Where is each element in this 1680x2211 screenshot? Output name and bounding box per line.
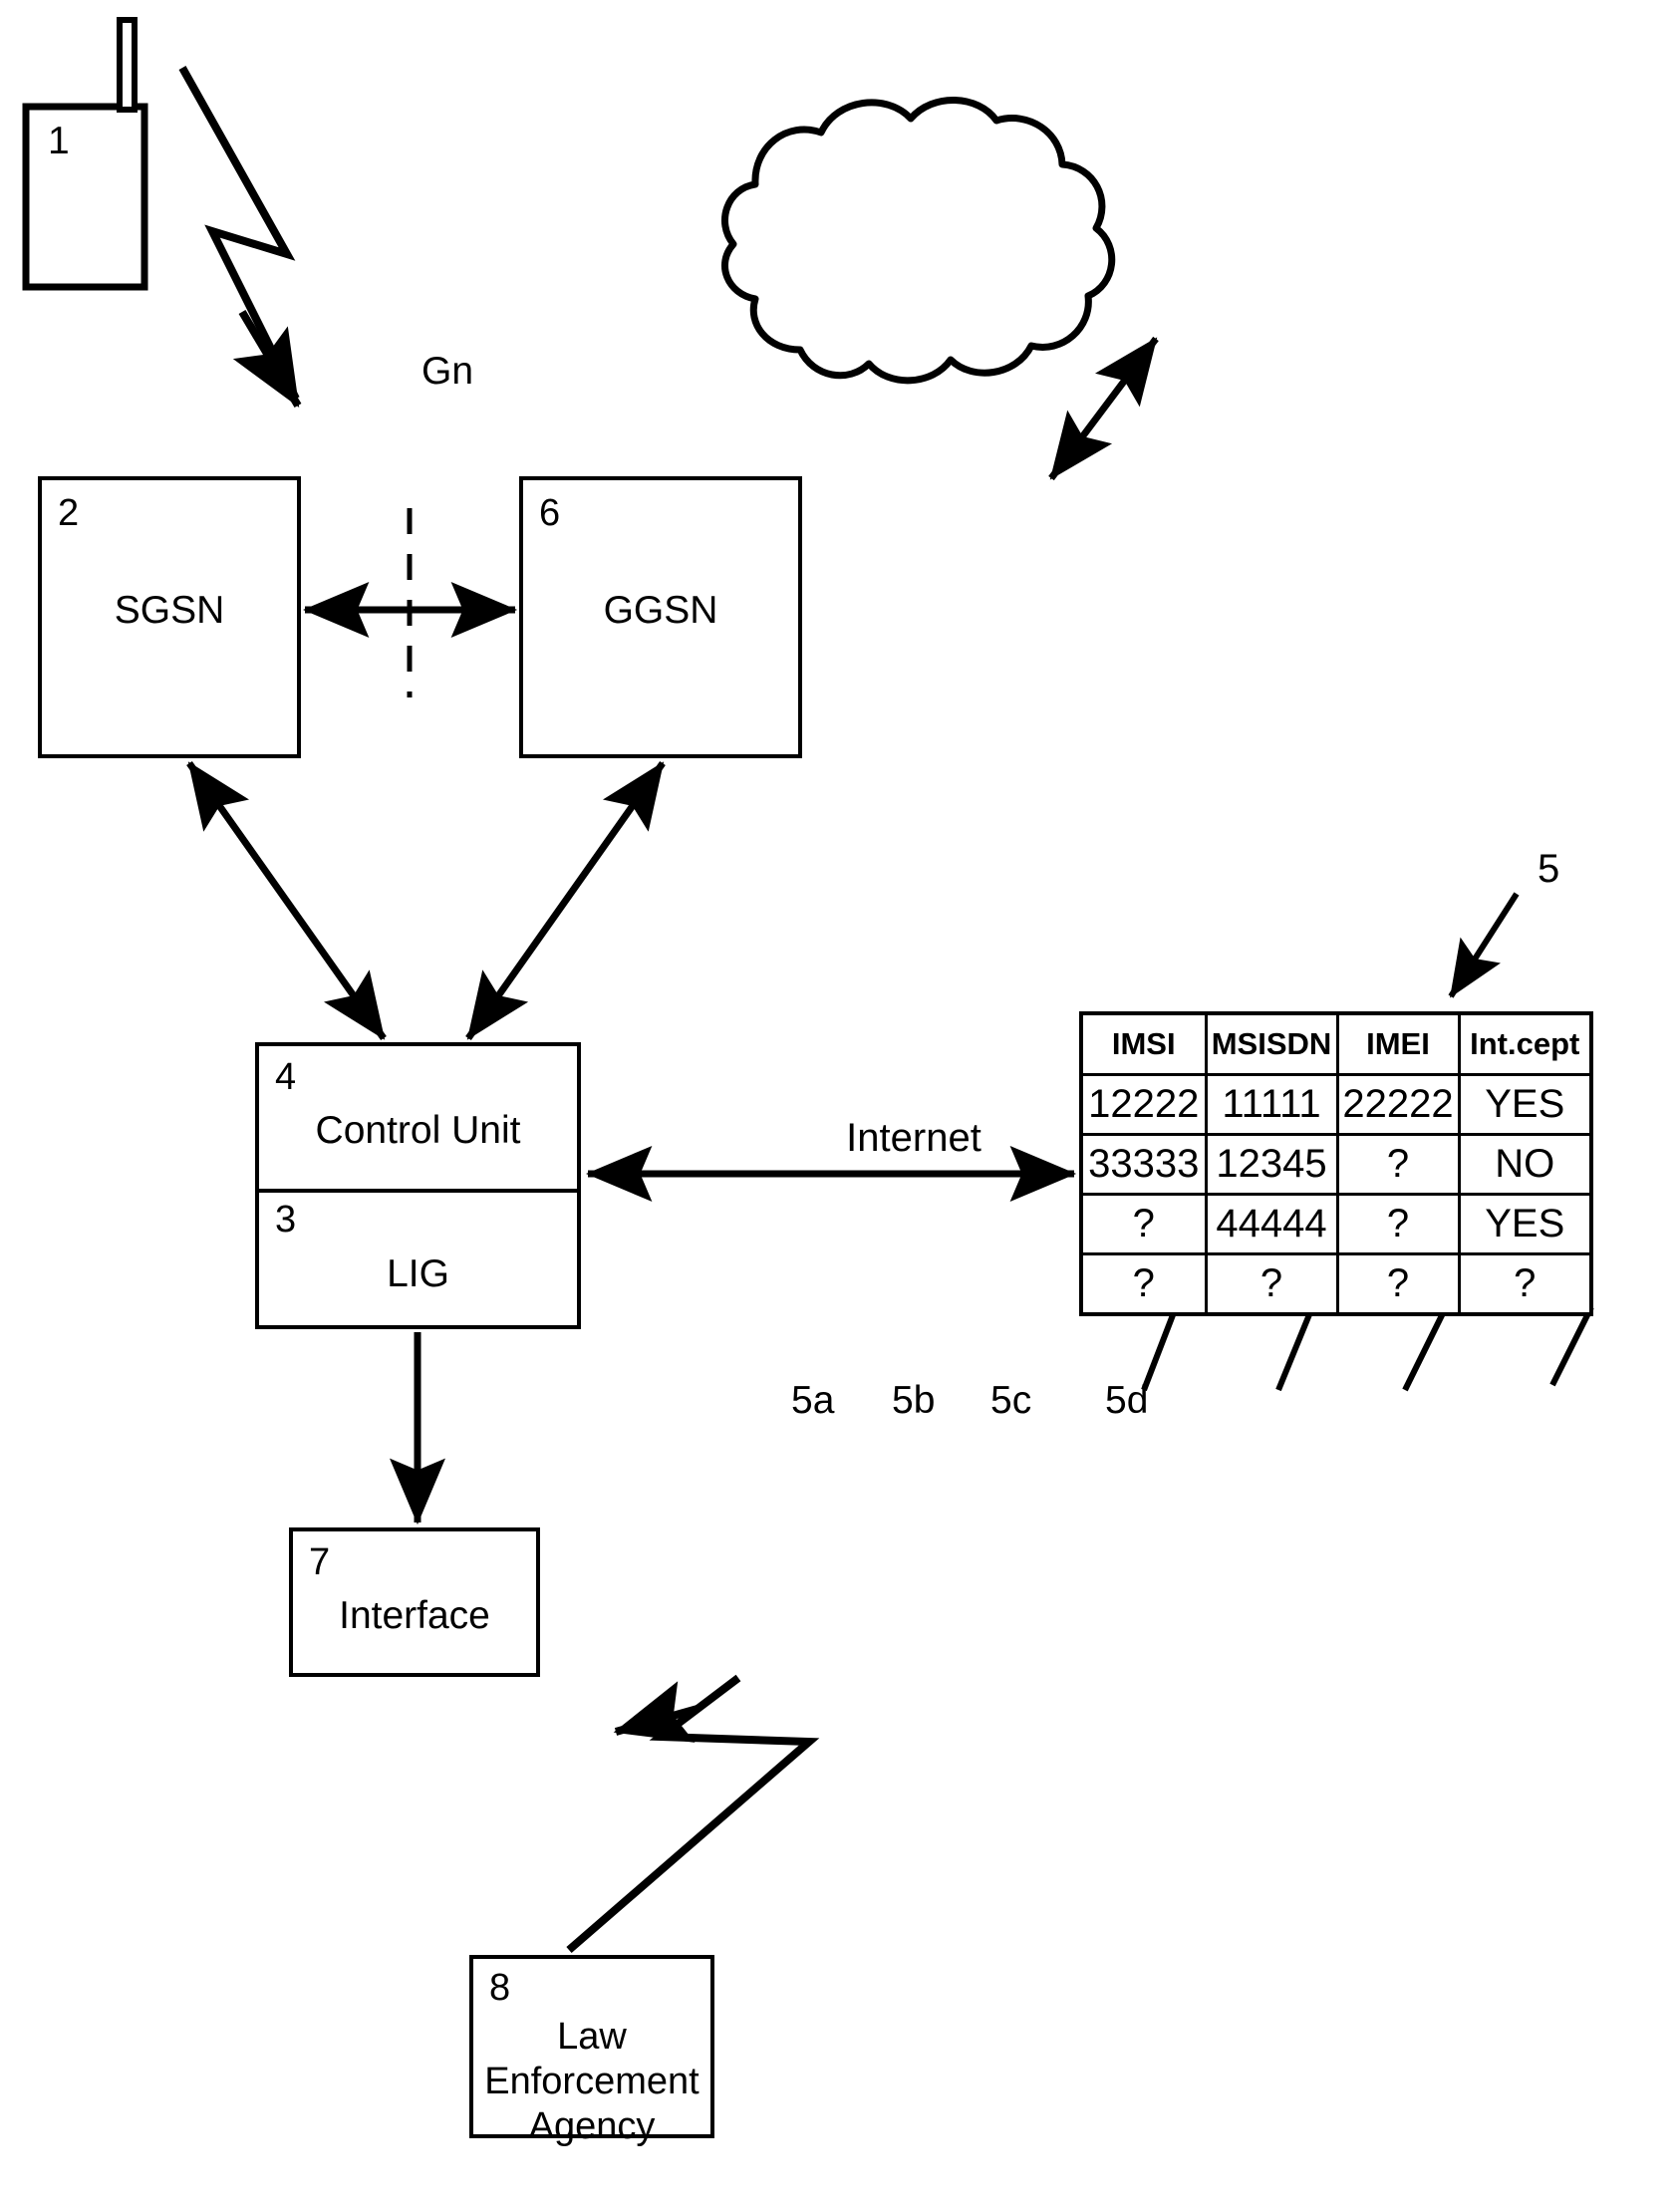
ref-numeral-7: 7 — [309, 1541, 331, 1583]
node-sgsn[interactable]: 2 SGSN — [38, 476, 301, 758]
link-ggsn-internet — [1048, 336, 1159, 481]
cell-imsi: 33333 — [1079, 1133, 1208, 1196]
table-row: 12222 11111 22222 YES — [1079, 1073, 1593, 1136]
node-lea-label-line2: Enforcement — [484, 2060, 700, 2102]
leader-line-ref-5d — [1549, 1305, 1594, 1387]
table-header-row: IMSI MSISDN IMEI Int.cept — [1079, 1011, 1593, 1076]
link-ggsn-control-unit — [465, 760, 666, 1041]
cell-msisdn: ? — [1204, 1252, 1339, 1316]
ref-numeral-5a: 5a — [791, 1379, 835, 1422]
ref-numeral-8: 8 — [489, 1967, 511, 2009]
internet-cloud-icon — [721, 97, 1116, 385]
internet-cloud-label: Internet — [846, 1116, 981, 1160]
cell-msisdn: 11111 — [1204, 1073, 1339, 1136]
radio-link-phone-sgsn — [178, 66, 302, 409]
ref-numeral-3: 3 — [275, 1199, 297, 1241]
node-control-unit-lig[interactable]: 4 Control Unit 3 LIG — [255, 1042, 581, 1329]
node-lea-label: Law Enforcement Agency — [473, 2015, 710, 2148]
intercept-subscriber-table: IMSI MSISDN IMEI Int.cept 12222 11111 22… — [1079, 1011, 1593, 1316]
node-lea-label-line3: Agency — [528, 2104, 656, 2147]
cell-intercept: NO — [1457, 1133, 1593, 1196]
node-sgsn-label: SGSN — [114, 589, 225, 632]
ref-numeral-1: 1 — [48, 120, 70, 162]
cell-intercept: YES — [1457, 1193, 1593, 1255]
column-header-imei: IMEI — [1335, 1011, 1461, 1076]
column-header-msisdn: MSISDN — [1204, 1011, 1339, 1076]
ref-numeral-5b: 5b — [892, 1379, 936, 1422]
control-unit-lig-divider — [259, 1189, 577, 1193]
table-row: ? 44444 ? YES — [1079, 1193, 1593, 1255]
link-sgsn-control-unit — [186, 760, 387, 1041]
cell-imsi: ? — [1079, 1193, 1208, 1255]
node-lig-label: LIG — [387, 1252, 449, 1295]
leader-line-ref-5b — [1275, 1305, 1315, 1392]
node-ggsn-label: GGSN — [603, 589, 718, 632]
cell-msisdn: 12345 — [1204, 1133, 1339, 1196]
node-control-unit-label: Control Unit — [315, 1109, 521, 1152]
cell-intercept: ? — [1457, 1252, 1593, 1316]
leader-line-ref-5a — [1141, 1305, 1179, 1392]
mobile-phone-icon — [22, 17, 148, 291]
node-interface-label: Interface — [339, 1594, 490, 1637]
leader-line-ref-5c — [1402, 1305, 1449, 1392]
node-lea-label-line1: Law — [557, 2016, 627, 2058]
ref-numeral-5c: 5c — [990, 1379, 1032, 1422]
cell-msisdn: 44444 — [1204, 1193, 1339, 1255]
ref-numeral-5d: 5d — [1105, 1379, 1149, 1422]
radio-link-lea-interface — [566, 1674, 820, 1954]
cell-imsi: ? — [1079, 1252, 1208, 1316]
ref-numeral-4: 4 — [275, 1056, 297, 1098]
cell-imei: ? — [1335, 1252, 1461, 1316]
column-header-imsi: IMSI — [1079, 1011, 1208, 1076]
figure-canvas: Internet 1 Gn 2 SGSN 6 GGSN 4 Control Un… — [0, 0, 1680, 2211]
table-row: 33333 12345 ? NO — [1079, 1133, 1593, 1196]
ref-numeral-2: 2 — [58, 492, 80, 534]
node-law-enforcement-agency[interactable]: 8 Law Enforcement Agency — [469, 1955, 714, 2147]
ref-numeral-6: 6 — [539, 492, 561, 534]
cell-imei: ? — [1335, 1133, 1461, 1196]
table-row: ? ? ? ? — [1079, 1252, 1593, 1316]
node-interface[interactable]: 7 Interface — [289, 1527, 540, 1677]
cell-intercept: YES — [1457, 1073, 1593, 1136]
gn-interface-label: Gn — [421, 350, 474, 393]
node-ggsn[interactable]: 6 GGSN — [519, 476, 802, 758]
column-header-intercept: Int.cept — [1457, 1011, 1593, 1076]
cell-imei: 22222 — [1335, 1073, 1461, 1136]
ref-numeral-5: 5 — [1538, 847, 1560, 891]
cell-imei: ? — [1335, 1193, 1461, 1255]
cell-imsi: 12222 — [1079, 1073, 1208, 1136]
leader-line-ref-5 — [1448, 892, 1520, 998]
